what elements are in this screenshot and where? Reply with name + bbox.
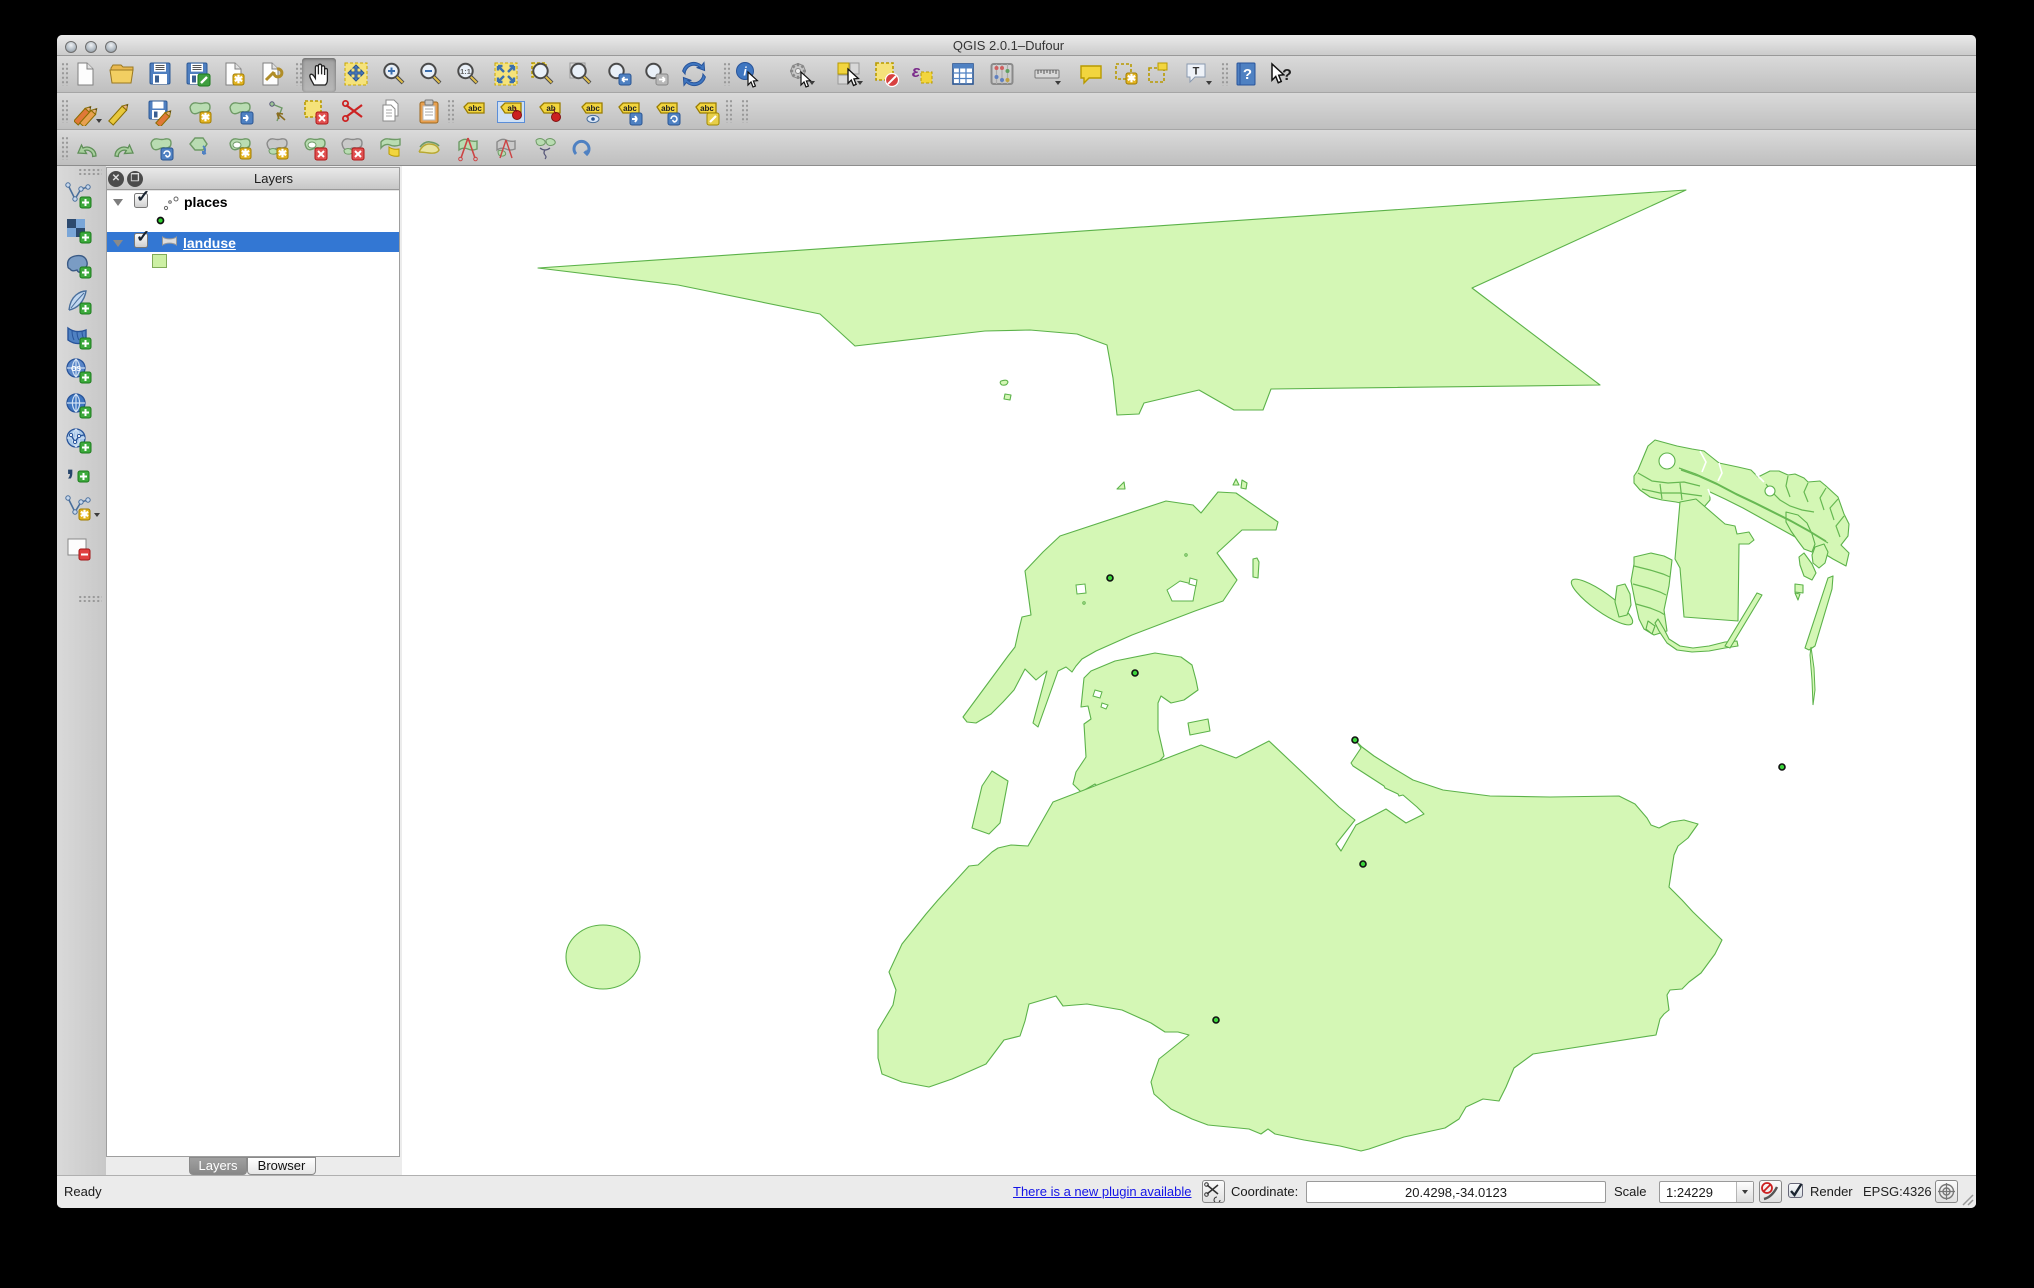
svg-text:abc: abc [468, 104, 482, 113]
svg-text:abc: abc [623, 104, 637, 113]
svg-text:✱: ✱ [1127, 73, 1136, 85]
svg-text:OS: OS [71, 366, 81, 373]
svg-text:✱: ✱ [201, 112, 210, 124]
svg-text:✱: ✱ [234, 74, 243, 86]
svg-text:✱: ✱ [80, 509, 89, 521]
svg-text:✱: ✱ [278, 148, 287, 160]
svg-text:1:1: 1:1 [460, 67, 471, 76]
svg-text:ε: ε [912, 62, 921, 81]
svg-text:T: T [1193, 66, 1200, 78]
svg-text:abc: abc [586, 104, 600, 113]
svg-text:?: ? [1282, 67, 1292, 84]
svg-text:abc: abc [700, 104, 714, 113]
svg-text:,: , [66, 459, 74, 481]
svg-text:abc: abc [661, 104, 675, 113]
svg-text:✱: ✱ [241, 148, 250, 160]
svg-text:?: ? [1243, 66, 1252, 83]
